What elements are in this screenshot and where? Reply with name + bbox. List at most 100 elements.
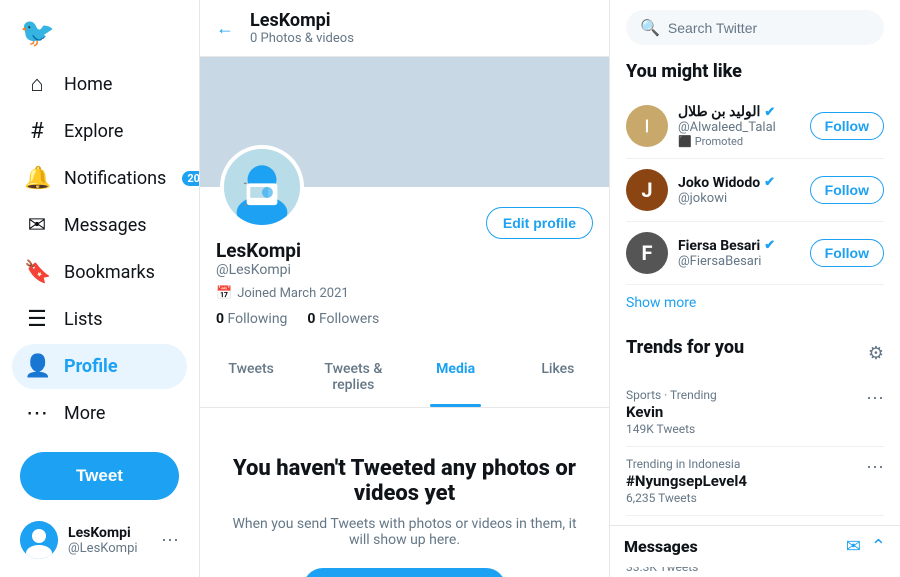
suggestion-fiersa: F Fiersa Besari ✔ @FiersaBesari Follow [626, 222, 884, 285]
trend-context-nyungsep: Trending in Indonesia [626, 457, 747, 471]
messages-bar-title: Messages [624, 537, 698, 556]
trend-kevin[interactable]: Sports · Trending Kevin 149K Tweets ⋯ [626, 378, 884, 447]
following-stat[interactable]: 0 Following [216, 311, 287, 327]
main-content: ← LesKompi 0 Photos & videos Edit profil… [200, 0, 610, 577]
tweet-photo-button[interactable]: Tweet a photo or video [303, 568, 505, 577]
calendar-icon: 📅 [216, 286, 232, 301]
tab-tweets[interactable]: Tweets [200, 347, 302, 407]
messages-icon: ✉ [24, 213, 50, 238]
search-input[interactable] [668, 20, 870, 36]
trend-dots-icon-nyungsep[interactable]: ⋯ [866, 457, 884, 478]
sidebar-item-lists[interactable]: ☰ Lists [12, 297, 187, 342]
promoted-icon: ⬛ [678, 135, 692, 148]
sidebar-item-label-home: Home [64, 74, 112, 95]
more-icon: ⋯ [24, 401, 50, 426]
lists-icon: ☰ [24, 307, 50, 332]
profile-header-bar: ← LesKompi 0 Photos & videos [200, 0, 609, 57]
notification-badge: 20+ [182, 171, 200, 186]
trend-name-kevin: Kevin [626, 403, 717, 421]
empty-description: When you send Tweets with photos or vide… [230, 516, 579, 548]
trend-dots-icon-kevin[interactable]: ⋯ [866, 388, 884, 409]
trend-info-kevin: Sports · Trending Kevin 149K Tweets [626, 388, 717, 436]
tweet-button[interactable]: Tweet [20, 452, 179, 500]
sidebar-item-label-explore: Explore [64, 121, 123, 142]
profile-stats: 0 Following 0 Followers [216, 311, 593, 327]
tab-likes[interactable]: Likes [507, 347, 609, 407]
user-handle: @LesKompi [68, 541, 151, 556]
sidebar-item-explore[interactable]: # Explore [12, 109, 187, 154]
sidebar: 🐦 ⌂ Home # Explore 🔔 Notifications 20+ ✉… [0, 0, 200, 577]
avatar [20, 521, 58, 559]
profile-tabs: Tweets Tweets & replies Media Likes [200, 347, 609, 408]
cover-photo-section: Edit profile [200, 57, 609, 187]
user-name: LesKompi [68, 525, 151, 541]
trend-name-nyungsep: #NyungsepLevel4 [626, 472, 747, 490]
profile-joined: 📅 Joined March 2021 [216, 286, 593, 301]
bookmarks-icon: 🔖 [24, 260, 50, 285]
right-sidebar: 🔍 You might like ا الوليد بن طلال ✔ @Alw… [610, 0, 900, 577]
profile-handle: @LesKompi [216, 262, 593, 278]
suggest-avatar-jokowi: J [626, 169, 668, 211]
twitter-logo: 🐦 [20, 16, 187, 49]
suggest-handle-jokowi: @jokowi [678, 191, 800, 206]
suggestion-alwaleed: ا الوليد بن طلال ✔ @Alwaleed_Talal ⬛ Pro… [626, 94, 884, 159]
sidebar-item-profile[interactable]: 👤 Profile [12, 344, 187, 389]
suggest-name-jokowi: Joko Widodo ✔ [678, 175, 800, 191]
header-title-block: LesKompi 0 Photos & videos [250, 10, 354, 46]
explore-icon: # [24, 119, 50, 144]
followers-stat[interactable]: 0 Followers [307, 311, 379, 327]
messages-bar: Messages ✉ ⌃ [610, 525, 900, 567]
sidebar-item-bookmarks[interactable]: 🔖 Bookmarks [12, 250, 187, 295]
page-subtitle: 0 Photos & videos [250, 31, 354, 46]
follow-button-jokowi[interactable]: Follow [810, 176, 884, 204]
suggest-name-fiersa: Fiersa Besari ✔ [678, 238, 800, 254]
sidebar-item-notifications[interactable]: 🔔 Notifications 20+ [12, 156, 187, 201]
trend-count-kevin: 149K Tweets [626, 422, 717, 436]
sidebar-item-label-profile: Profile [64, 356, 118, 377]
compose-message-icon[interactable]: ✉ [846, 536, 861, 557]
suggest-info-fiersa: Fiersa Besari ✔ @FiersaBesari [678, 238, 800, 269]
user-account-button[interactable]: LesKompi @LesKompi ⋯ [12, 511, 187, 569]
you-might-like-section: You might like ا الوليد بن طلال ✔ @Alwal… [626, 61, 884, 321]
profile-avatar [220, 145, 304, 229]
suggest-handle-alwaleed: @Alwaleed_Talal [678, 120, 800, 135]
empty-media-state: You haven't Tweeted any photos or videos… [200, 408, 609, 577]
trends-title: Trends for you [626, 337, 744, 358]
show-more-link[interactable]: Show more [626, 285, 884, 321]
home-icon: ⌂ [24, 71, 50, 97]
profile-avatar-wrapper [220, 145, 304, 229]
profile-icon: 👤 [24, 354, 50, 379]
search-box: 🔍 [626, 10, 884, 45]
search-icon: 🔍 [640, 18, 660, 37]
profile-name: LesKompi [216, 239, 593, 262]
edit-profile-button[interactable]: Edit profile [486, 207, 593, 239]
sidebar-item-label-messages: Messages [64, 215, 147, 236]
gear-icon[interactable]: ⚙ [868, 343, 884, 364]
promoted-label: ⬛ Promoted [678, 135, 800, 148]
sidebar-item-label-more: More [64, 403, 105, 424]
trend-nyungsep[interactable]: Trending in Indonesia #NyungsepLevel4 6,… [626, 447, 884, 516]
sidebar-item-label-lists: Lists [64, 309, 103, 330]
verified-icon-jokowi: ✔ [764, 175, 775, 190]
sidebar-item-label-bookmarks: Bookmarks [64, 262, 155, 283]
page-title: LesKompi [250, 10, 354, 31]
sidebar-item-more[interactable]: ⋯ More [12, 391, 187, 436]
trends-header: Trends for you ⚙ [626, 337, 884, 370]
follow-button-alwaleed[interactable]: Follow [810, 112, 884, 140]
trend-context-kevin: Sports · Trending [626, 388, 717, 402]
tab-media[interactable]: Media [405, 347, 507, 407]
sidebar-item-label-notifications: Notifications [64, 168, 166, 189]
suggest-info-jokowi: Joko Widodo ✔ @jokowi [678, 175, 800, 206]
notifications-icon: 🔔 [24, 166, 50, 191]
sidebar-item-home[interactable]: ⌂ Home [12, 61, 187, 107]
trend-info-nyungsep: Trending in Indonesia #NyungsepLevel4 6,… [626, 457, 747, 505]
tab-tweets-replies[interactable]: Tweets & replies [302, 347, 404, 407]
account-dots-icon[interactable]: ⋯ [161, 530, 179, 551]
sidebar-item-messages[interactable]: ✉ Messages [12, 203, 187, 248]
messages-icons: ✉ ⌃ [846, 536, 886, 557]
back-button[interactable]: ← [216, 18, 234, 39]
collapse-messages-icon[interactable]: ⌃ [871, 536, 886, 557]
trend-count-nyungsep: 6,235 Tweets [626, 491, 747, 505]
suggestion-jokowi: J Joko Widodo ✔ @jokowi Follow [626, 159, 884, 222]
follow-button-fiersa[interactable]: Follow [810, 239, 884, 267]
